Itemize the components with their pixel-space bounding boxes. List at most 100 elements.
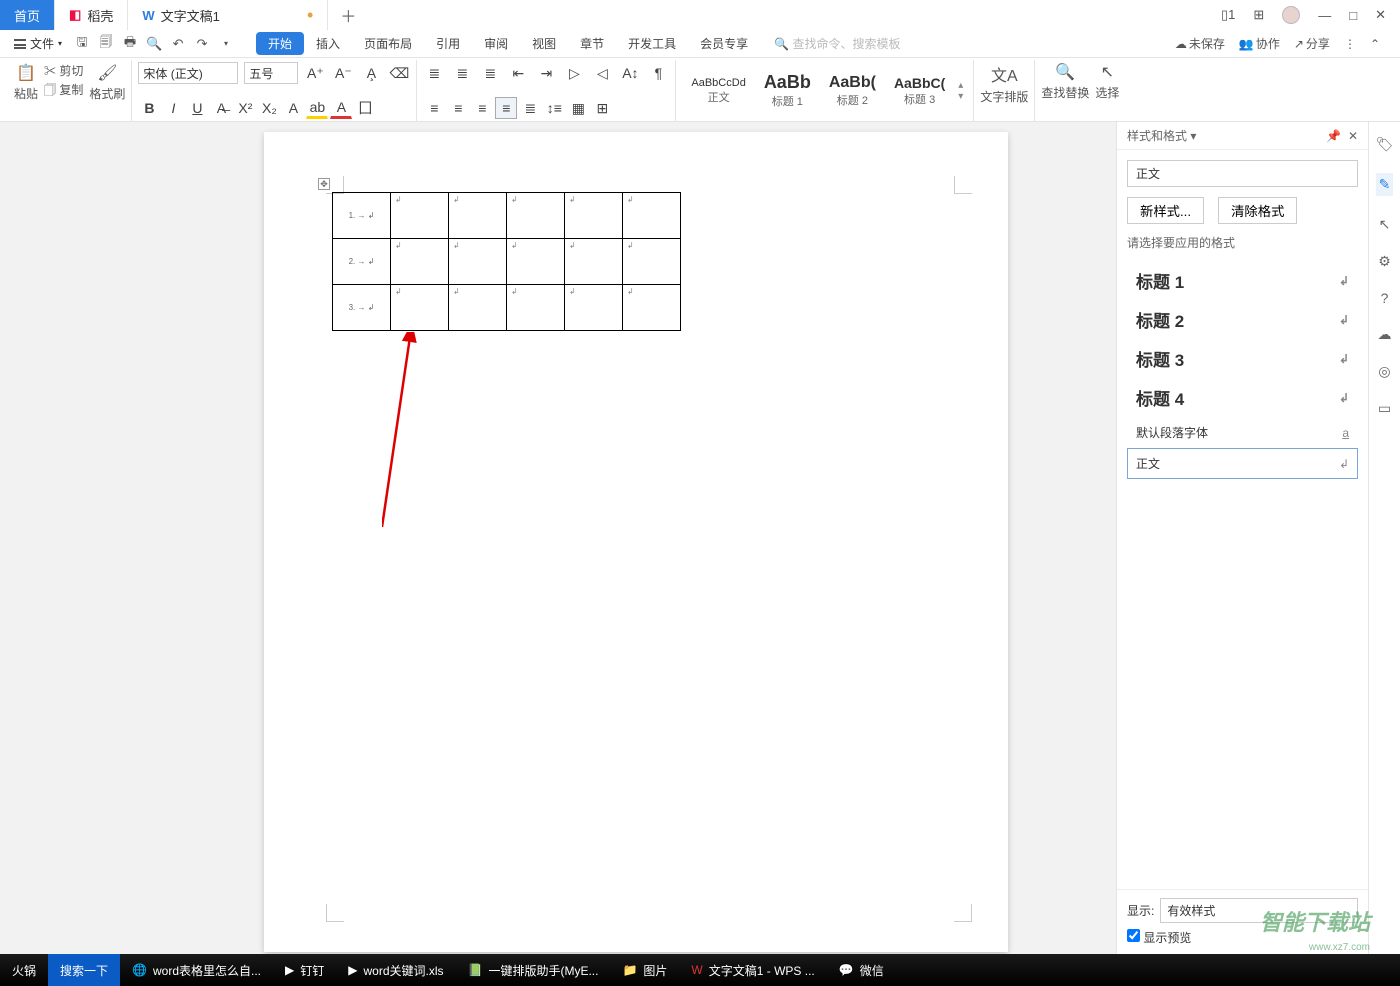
align-center-icon[interactable]: ≡ (447, 97, 469, 119)
tab-review[interactable]: 审阅 (472, 32, 520, 55)
tb-typeset[interactable]: 📗 一键排版助手(MyE... (456, 954, 611, 986)
numbering-icon[interactable]: ≣ (451, 62, 473, 84)
style-h3[interactable]: AaBbC(标题 3 (885, 74, 954, 108)
font-name-combo[interactable]: 宋体 (正文) (138, 62, 238, 84)
borders-icon[interactable]: ⊞ (591, 97, 613, 119)
copy-button[interactable]: 🗍 复制 (44, 81, 83, 102)
bullets-icon[interactable]: ≣ (423, 62, 445, 84)
side-help-icon[interactable]: ? (1381, 290, 1389, 306)
align-dist-icon[interactable]: ≣ (519, 97, 541, 119)
cut-button[interactable]: ✂ 剪切 (44, 62, 83, 79)
clear-format-button[interactable]: 清除格式 (1218, 197, 1297, 224)
file-menu[interactable]: 文件▾ (8, 35, 68, 52)
tab-home[interactable]: 首页 (0, 0, 55, 30)
bold-button[interactable]: B (138, 97, 160, 119)
paste-button[interactable]: 📋粘贴 (14, 63, 38, 102)
doc-table[interactable]: 1. → ↲↲↲↲↲↲ 2. → ↲↲↲↲↲↲ 3. → ↲↲↲↲↲↲ (332, 192, 681, 331)
strike-button[interactable]: A̶ (210, 97, 232, 119)
style-h2[interactable]: AaBb(标题 2 (820, 73, 885, 109)
outdent-icon[interactable]: ⇤ (507, 62, 529, 84)
tab-devtools[interactable]: 开发工具 (616, 32, 688, 55)
table-row[interactable]: 1. → ↲↲↲↲↲↲ (333, 193, 681, 239)
show-filter-combo[interactable]: 有效样式 (1160, 898, 1358, 923)
tab-reference[interactable]: 引用 (424, 32, 472, 55)
text-layout-button[interactable]: 文A文字排版 (980, 62, 1028, 105)
side-rocket-icon[interactable]: 🏷 (1376, 136, 1394, 153)
align-right-icon[interactable]: ≡ (471, 97, 493, 119)
tb-hotpot[interactable]: 火锅 (0, 954, 48, 986)
side-pen-icon[interactable]: ✎ (1376, 173, 1394, 196)
tab-start[interactable]: 开始 (256, 32, 304, 55)
list-item-h3[interactable]: 标题 3↲ (1127, 339, 1358, 378)
style-body[interactable]: AaBbCcDd正文 (682, 76, 754, 106)
qat-redo-icon[interactable]: ↷ (192, 34, 212, 54)
tb-wechat[interactable]: 💬 微信 (827, 954, 896, 986)
tb-dingtalk[interactable]: ▶ 钉钉 (273, 954, 336, 986)
table-anchor-icon[interactable]: ✥ (318, 178, 330, 190)
tab-pagelayout[interactable]: 页面布局 (352, 32, 424, 55)
side-target-icon[interactable]: ◎ (1378, 363, 1390, 380)
side-cursor-icon[interactable]: ↖ (1379, 216, 1391, 233)
text-effect-icon[interactable]: A (282, 97, 304, 119)
preview-checkbox[interactable]: 显示预览 (1127, 929, 1358, 946)
tb-pictures[interactable]: 📁 图片 (610, 954, 679, 986)
grow-font-icon[interactable]: A⁺ (304, 62, 326, 84)
clear-format-icon[interactable]: ⌫ (388, 62, 410, 84)
list-item-default-para[interactable]: 默认段落字体a (1127, 417, 1358, 448)
list-item-h1[interactable]: 标题 1↲ (1127, 261, 1358, 300)
grid-icon[interactable]: ⊞ (1253, 7, 1264, 23)
new-style-button[interactable]: 新样式... (1127, 197, 1204, 224)
italic-button[interactable]: I (162, 97, 184, 119)
list-item-h2[interactable]: 标题 2↲ (1127, 300, 1358, 339)
minimize-icon[interactable]: — (1318, 8, 1331, 23)
current-style-combo[interactable]: 正文 (1127, 160, 1358, 187)
font-color-icon[interactable]: A (330, 97, 352, 119)
paramark-icon[interactable]: ¶ (647, 62, 669, 84)
multilevel-icon[interactable]: ≣ (479, 62, 501, 84)
find-replace-button[interactable]: 🔍查找替换 (1041, 62, 1089, 101)
tab-document[interactable]: W 文字文稿1 • (128, 0, 328, 30)
tb-wps-doc[interactable]: W 文字文稿1 - WPS ... (679, 954, 826, 986)
rtl-icon[interactable]: ◁ (591, 62, 613, 84)
shading-icon[interactable]: ▦ (567, 97, 589, 119)
format-brush[interactable]: 🖌格式刷 (89, 63, 125, 102)
indent-icon[interactable]: ⇥ (535, 62, 557, 84)
more-icon[interactable]: ⋮ (1344, 37, 1356, 51)
subscript-button[interactable]: X₂ (258, 97, 280, 119)
align-justify-icon[interactable]: ≡ (495, 97, 517, 119)
share-button[interactable]: ↗ 分享 (1294, 35, 1330, 52)
table-row[interactable]: 3. → ↲↲↲↲↲↲ (333, 285, 681, 331)
qat-dd-icon[interactable]: ▾ (216, 34, 236, 54)
new-tab-button[interactable]: ＋ (328, 0, 368, 30)
style-h1[interactable]: AaBb标题 1 (755, 71, 820, 110)
change-case-icon[interactable]: A̧ (360, 62, 382, 84)
side-settings-icon[interactable]: ⚙ (1378, 253, 1391, 270)
tab-doke[interactable]: ◧稻壳 (55, 0, 128, 30)
list-item-h4[interactable]: 标题 4↲ (1127, 378, 1358, 417)
font-size-combo[interactable]: 五号 (244, 62, 298, 84)
collab-button[interactable]: 👥 协作 (1239, 35, 1280, 52)
qat-save2-icon[interactable]: 🗐 (96, 34, 116, 54)
sort-icon[interactable]: A↕ (619, 62, 641, 84)
unsaved-indicator[interactable]: ☁ 未保存 (1175, 35, 1225, 52)
chevron-up-icon[interactable]: ⌃ (1370, 37, 1380, 51)
tb-word-table[interactable]: 🌐 word表格里怎么自... (120, 954, 273, 986)
tab-view[interactable]: 视图 (520, 32, 568, 55)
align-left-icon[interactable]: ≡ (423, 97, 445, 119)
layout1-icon[interactable]: ▯1 (1221, 7, 1235, 23)
tb-word-keywords[interactable]: ▶ word关键词.xls (336, 954, 455, 986)
side-book-icon[interactable]: ▭ (1378, 400, 1391, 417)
side-cloud-icon[interactable]: ☁ (1378, 326, 1392, 343)
ltr-icon[interactable]: ▷ (563, 62, 585, 84)
highlight-icon[interactable]: ab (306, 97, 328, 119)
list-item-body[interactable]: 正文↲ (1127, 448, 1358, 479)
linespacing-icon[interactable]: ↕≡ (543, 97, 565, 119)
qat-save-icon[interactable]: 🖫 (72, 34, 92, 54)
qat-print-icon[interactable]: 🖶 (120, 34, 140, 54)
tb-search[interactable]: 搜索一下 (48, 954, 120, 986)
qat-undo-icon[interactable]: ↶ (168, 34, 188, 54)
command-search[interactable]: 🔍 查找命令、搜索模板 (774, 35, 1171, 52)
select-button[interactable]: ↖选择 (1095, 62, 1119, 101)
tab-member[interactable]: 会员专享 (688, 32, 760, 55)
maximize-icon[interactable]: □ (1349, 8, 1357, 23)
